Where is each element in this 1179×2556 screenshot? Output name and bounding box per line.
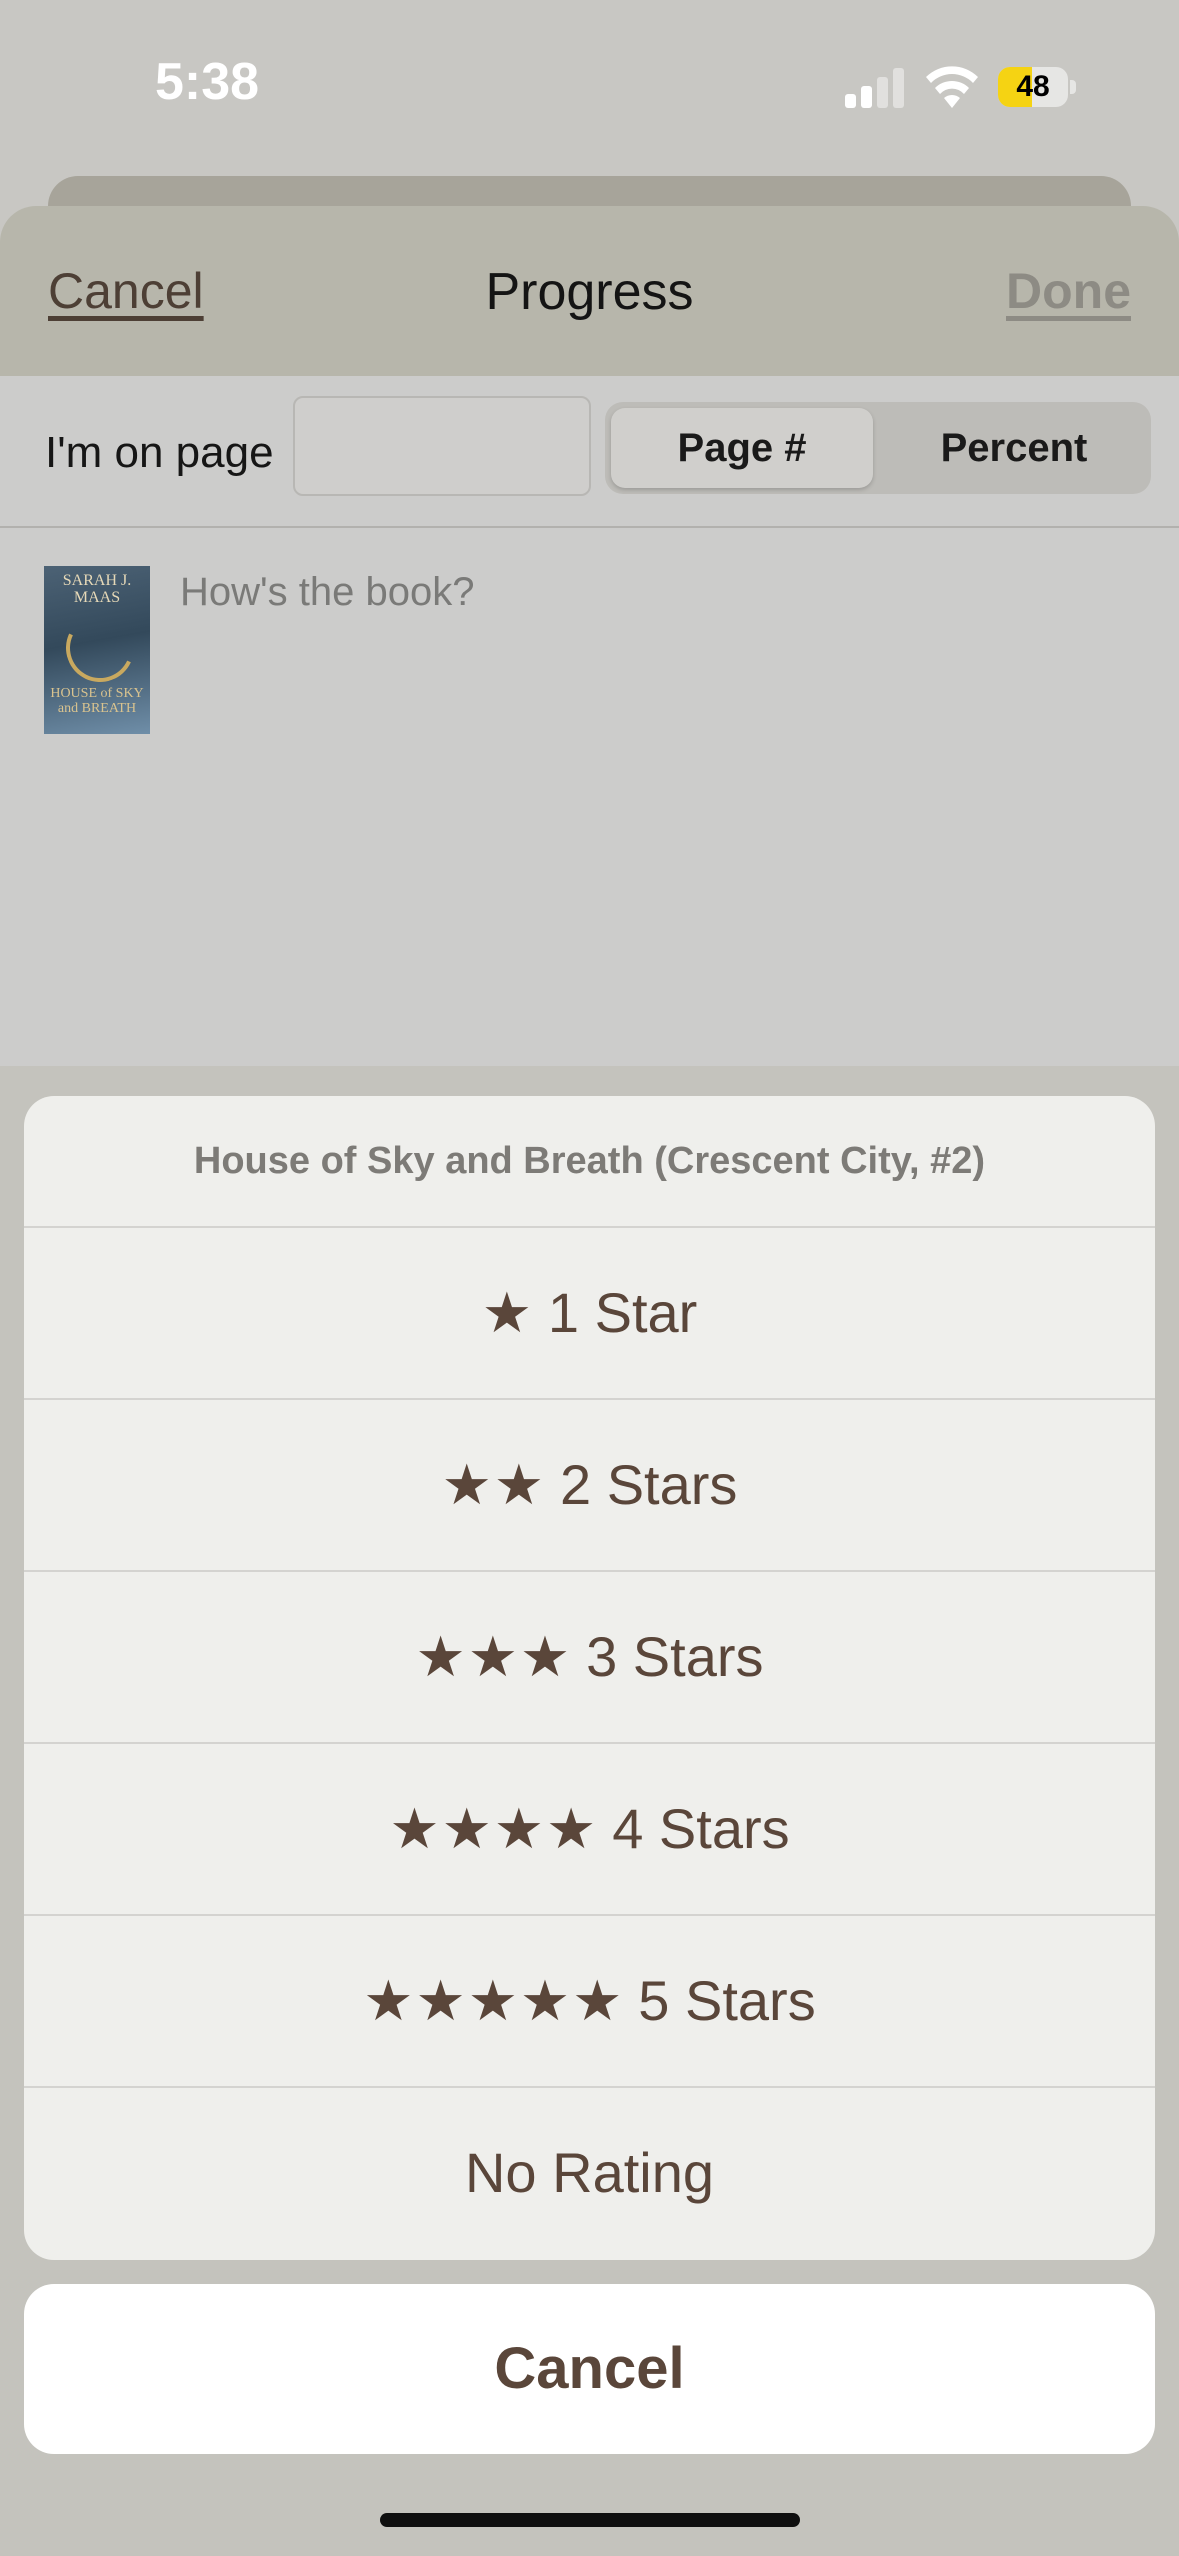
cover-author: SARAH J. MAAS [62,572,132,606]
page-number-input[interactable] [293,396,591,496]
status-bar: 5:38 48 [0,0,1179,175]
rating-option-4-stars[interactable]: ★★★★ 4 Stars [24,1744,1155,1916]
battery-level: 48 [1016,70,1050,103]
rating-option-5-stars[interactable]: ★★★★★ 5 Stars [24,1916,1155,2088]
star-icon: ★ [481,1281,534,1344]
done-button[interactable]: Done [1006,262,1131,320]
rating-option-label: 1 Star [547,1281,698,1344]
rating-option-no-rating[interactable]: No Rating [24,2088,1155,2258]
book-cover: SARAH J. MAAS HOUSE of SKY and BREATH [44,566,150,734]
star-icon: ★★★★ [389,1797,599,1860]
action-sheet-cancel-button[interactable]: Cancel [24,2284,1155,2454]
rating-option-1-star[interactable]: ★ 1 Star [24,1228,1155,1400]
star-icon: ★★ [441,1453,546,1516]
nav-bar: Progress Cancel Done [0,206,1179,376]
home-indicator[interactable] [380,2513,800,2527]
page-progress-row: I'm on page Page # Percent [0,376,1179,528]
rating-option-2-stars[interactable]: ★★ 2 Stars [24,1400,1155,1572]
crescent-moon-icon [56,604,144,692]
cancel-button[interactable]: Cancel [48,262,204,320]
cellular-signal-icon [845,68,904,108]
rating-option-label: 4 Stars [612,1797,790,1860]
rating-option-label: 3 Stars [586,1625,764,1688]
review-input[interactable]: How's the book? [180,570,474,615]
rating-action-sheet: House of Sky and Breath (Crescent City, … [24,1096,1155,2260]
rating-option-label: 2 Stars [560,1453,738,1516]
progress-mode-control: Page # Percent [605,402,1151,494]
status-time: 5:38 [155,53,260,111]
wifi-icon [926,66,978,108]
star-icon: ★★★★★ [363,1969,625,2032]
cover-title: HOUSE of SKY and BREATH [50,686,144,716]
battery-icon: 48 [998,67,1076,107]
rating-option-label: 5 Stars [638,1969,816,2032]
page-label: I'm on page [45,428,274,477]
action-sheet-title: House of Sky and Breath (Crescent City, … [24,1096,1155,1228]
rating-option-label: No Rating [464,2141,715,2204]
segment-page-number[interactable]: Page # [611,408,873,488]
segment-percent[interactable]: Percent [883,408,1145,488]
rating-option-3-stars[interactable]: ★★★ 3 Stars [24,1572,1155,1744]
star-icon: ★★★ [415,1625,573,1688]
